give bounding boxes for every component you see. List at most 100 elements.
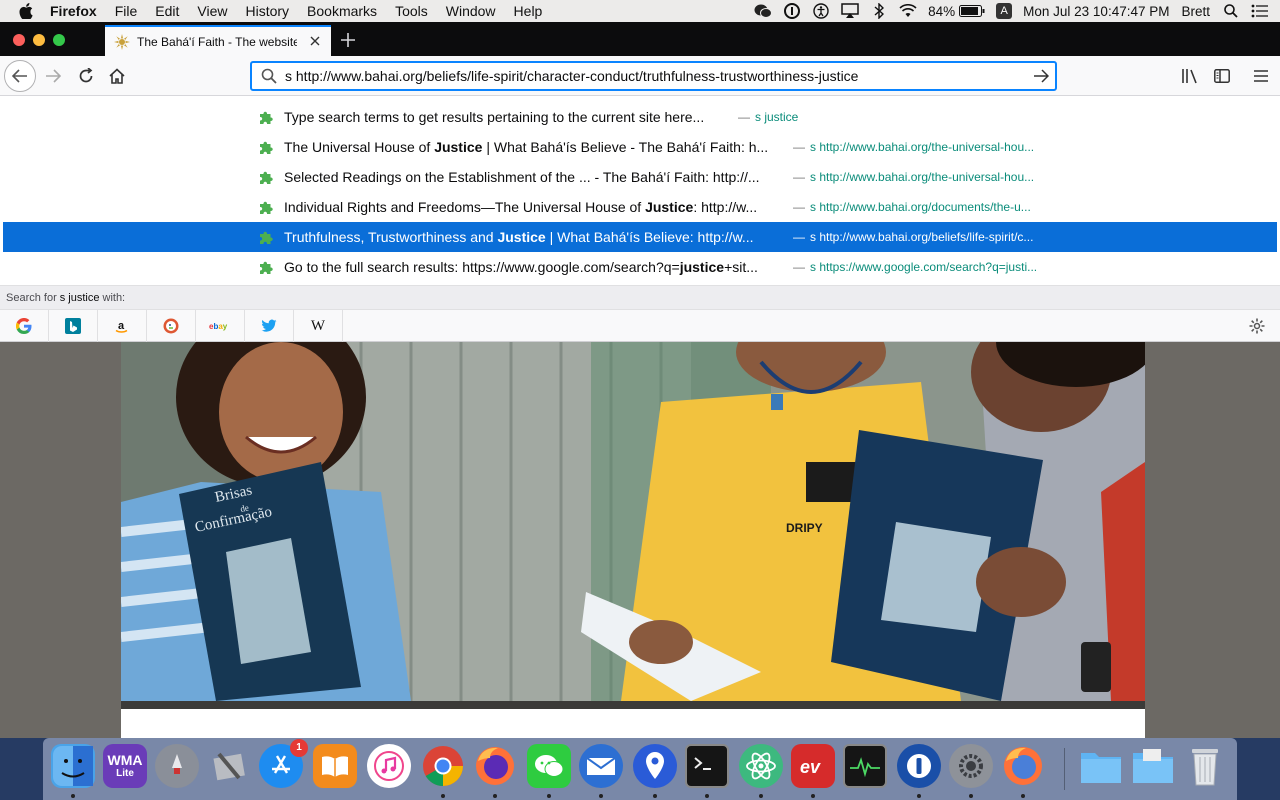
close-window-button[interactable]	[13, 34, 25, 46]
ibooks-dock-icon[interactable]	[313, 744, 357, 788]
autocomplete-row-url: s https://www.google.com/search?q=justi.…	[810, 260, 1038, 274]
zoom-window-button[interactable]	[53, 34, 65, 46]
search-with-bar: Search for s justice with:	[0, 285, 1280, 309]
reload-icon[interactable]	[72, 62, 100, 90]
menu-window[interactable]: Window	[446, 3, 496, 19]
wikipedia-engine-icon: W	[310, 317, 326, 334]
activity-monitor-dock-icon[interactable]	[843, 744, 887, 788]
url-bar[interactable]	[250, 61, 1057, 91]
user-name[interactable]: Brett	[1181, 4, 1210, 19]
expressvpn-dock-icon[interactable]: ev	[791, 744, 835, 788]
title-text: Individual Rights and Freedoms—The Unive…	[284, 199, 646, 215]
atom-dock-icon[interactable]	[739, 744, 783, 788]
chrome-dock-icon[interactable]	[421, 744, 465, 788]
new-tab-icon[interactable]	[337, 29, 359, 51]
menu-edit[interactable]: Edit	[155, 3, 179, 19]
row-separator: —	[738, 110, 750, 124]
engine-button-ebay[interactable]: ebay	[196, 310, 245, 342]
autocomplete-row[interactable]: Type search terms to get results pertain…	[3, 102, 1277, 132]
autocomplete-row[interactable]: The Universal House of Justice | What Ba…	[3, 132, 1277, 162]
apple-menu-icon[interactable]	[16, 3, 36, 19]
battery-percent: 84%	[928, 3, 956, 19]
title-text: | What Bahá'ís Believe: http://w...	[545, 229, 754, 245]
firefox-developer-dock-icon[interactable]	[1001, 744, 1045, 788]
menu-history[interactable]: History	[245, 3, 289, 19]
search-settings-gear-icon[interactable]	[1248, 317, 1266, 335]
row-separator: —	[793, 260, 805, 274]
close-tab-icon[interactable]	[307, 33, 323, 49]
trash-dock-icon[interactable]	[1183, 744, 1227, 788]
minimize-window-button[interactable]	[33, 34, 45, 46]
downloads-folder-dock-icon[interactable]	[1079, 744, 1123, 788]
xcode-tool-dock-icon[interactable]	[207, 744, 251, 788]
url-input[interactable]	[285, 68, 1020, 84]
wechat-status-icon[interactable]	[754, 3, 773, 19]
wechat-dock-icon[interactable]	[527, 744, 571, 788]
system-preferences-dock-icon[interactable]	[949, 744, 993, 788]
autocomplete-row[interactable]: Truthfulness, Trustworthiness and Justic…	[3, 222, 1277, 252]
tab-bahai-faith[interactable]: The Bahá'í Faith - The website of	[105, 25, 331, 56]
accessibility-icon[interactable]	[812, 3, 830, 19]
running-indicator	[441, 794, 445, 798]
notification-center-icon[interactable]	[1251, 3, 1269, 19]
menu-help[interactable]: Help	[514, 3, 543, 19]
go-arrow-icon[interactable]	[1031, 66, 1051, 86]
running-indicator	[917, 794, 921, 798]
app-store-badge: 1	[290, 739, 308, 757]
documents-folder-dock-icon[interactable]	[1131, 744, 1175, 788]
autocomplete-row[interactable]: Go to the full search results: https://w…	[3, 252, 1277, 282]
terminal-dock-icon[interactable]	[685, 744, 729, 788]
menu-file[interactable]: File	[115, 3, 138, 19]
autocomplete-popup: Type search terms to get results pertain…	[0, 96, 1280, 342]
engine-button-google[interactable]	[0, 310, 49, 342]
puzzle-extension-icon	[260, 171, 273, 184]
airplay-icon[interactable]	[841, 3, 859, 19]
running-indicator	[1021, 794, 1025, 798]
firefox-dock-icon[interactable]	[473, 744, 517, 788]
1password-status-icon[interactable]	[783, 3, 801, 19]
app-menu-firefox[interactable]: Firefox	[50, 3, 97, 19]
menu-tools[interactable]: Tools	[395, 3, 428, 19]
menu-bookmarks[interactable]: Bookmarks	[307, 3, 377, 19]
back-icon[interactable]	[4, 60, 36, 92]
launchpad-dock-icon[interactable]	[155, 744, 199, 788]
maps-pin-dock-icon[interactable]	[633, 744, 677, 788]
bluetooth-icon[interactable]	[870, 3, 888, 19]
row-separator: —	[793, 200, 805, 214]
wma-lite-dock-icon[interactable]: WMA Lite	[103, 744, 147, 788]
home-icon[interactable]	[103, 62, 131, 90]
spotlight-search-icon[interactable]	[1222, 3, 1240, 19]
title-text: Truthfulness, Trustworthiness and	[284, 229, 498, 245]
autocomplete-row[interactable]: Selected Readings on the Establishment o…	[3, 162, 1277, 192]
library-icon[interactable]	[1176, 62, 1204, 90]
autocomplete-row-title: The Universal House of Justice | What Ba…	[284, 139, 768, 155]
clock[interactable]: Mon Jul 23 10:47:47 PM	[1023, 4, 1169, 19]
sidebar-icon[interactable]	[1208, 62, 1236, 90]
engine-button-twitter[interactable]	[245, 310, 294, 342]
dock: WMA Lite 1 ev	[0, 738, 1280, 800]
wifi-icon[interactable]	[899, 3, 917, 19]
autocomplete-row[interactable]: Individual Rights and Freedoms—The Unive…	[3, 192, 1277, 222]
title-match-highlight: Justice	[645, 199, 694, 215]
airmail-dock-icon[interactable]	[579, 744, 623, 788]
puzzle-extension-icon	[260, 111, 273, 124]
engine-button-amazon[interactable]: a	[98, 310, 147, 342]
engine-button-bing[interactable]	[49, 310, 98, 342]
1password-dock-icon[interactable]	[897, 744, 941, 788]
engine-button-duckduckgo[interactable]	[147, 310, 196, 342]
forward-icon[interactable]	[39, 62, 67, 90]
engine-button-wikipedia[interactable]: W	[294, 310, 343, 342]
running-indicator	[969, 794, 973, 798]
autocomplete-row-title: Selected Readings on the Establishment o…	[284, 169, 760, 185]
hamburger-menu-icon[interactable]	[1247, 62, 1275, 90]
search-icon	[258, 65, 280, 87]
amazon-engine-icon: a	[114, 318, 130, 334]
menu-view[interactable]: View	[197, 3, 227, 19]
app-store-dock-icon[interactable]: 1	[259, 739, 308, 788]
autocomplete-row-url: s http://www.bahai.org/beliefs/life-spir…	[810, 230, 1034, 244]
battery-icon[interactable]	[959, 3, 985, 19]
input-source-icon[interactable]: A	[996, 3, 1013, 19]
finder-dock-icon[interactable]	[51, 744, 95, 788]
autocomplete-row-url: s http://www.bahai.org/the-universal-hou…	[810, 140, 1035, 154]
itunes-dock-icon[interactable]	[367, 744, 411, 788]
